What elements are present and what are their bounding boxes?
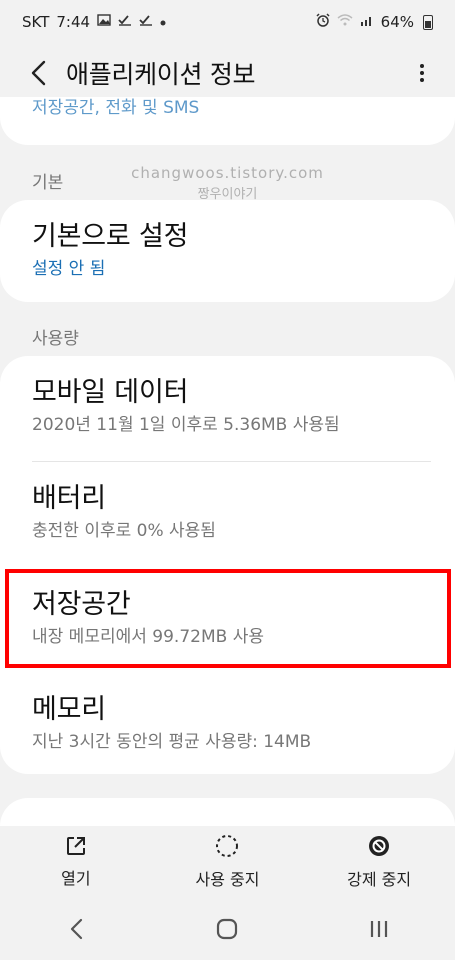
section-label-usage: 사용량 [32, 329, 79, 349]
battery-title: 배터리 [32, 483, 106, 514]
watermark-url: changwoos.tistory.com [131, 164, 324, 182]
mobile-data-title: 모바일 데이터 [32, 377, 189, 408]
more-vert-icon [420, 64, 424, 68]
disable-button[interactable]: 사용 중지 [157, 834, 297, 890]
open-external-icon [66, 837, 85, 855]
more-options-button[interactable] [407, 53, 437, 93]
back-button[interactable] [18, 53, 58, 93]
download-check-icon [118, 14, 132, 30]
set-as-default-status: 설정 안 됨 [32, 259, 106, 279]
nav-back-button[interactable] [36, 904, 116, 954]
wifi-icon [337, 14, 353, 30]
watermark: changwoos.tistory.com 짱우이야기 [0, 164, 455, 202]
permissions-card-partial[interactable]: 저장공간, 전화 및 SMS [0, 97, 455, 145]
battery-item[interactable]: 배터리 충전한 이후로 0% 사용됨 [0, 462, 455, 568]
page-title: 애플리케이션 정보 [66, 60, 256, 89]
alarm-icon [316, 13, 330, 31]
nav-recents-button[interactable] [339, 904, 419, 954]
section-label-basic: 기본 [32, 173, 64, 193]
status-bar: SKT 7:44 64% [0, 0, 455, 44]
set-as-default-title: 기본으로 설정 [32, 221, 189, 252]
more-notifications-dot-icon [160, 15, 166, 30]
open-button[interactable]: 열기 [6, 835, 146, 889]
set-as-default-item[interactable]: 기본으로 설정 설정 안 됨 [0, 200, 455, 302]
battery-subtitle: 충전한 이후로 0% 사용됨 [32, 521, 216, 541]
chevron-left-icon [31, 60, 46, 86]
home-icon [217, 918, 238, 940]
memory-title: 메모리 [32, 694, 106, 725]
memory-subtitle: 지난 3시간 동안의 평균 사용량: 14MB [32, 732, 312, 752]
gallery-notification-icon [97, 14, 111, 30]
usage-card: 모바일 데이터 2020년 11월 1일 이후로 5.36MB 사용됨 배터리 … [0, 356, 455, 774]
status-left: SKT 7:44 [22, 13, 166, 31]
carrier-label: SKT [22, 13, 50, 31]
nav-home-button[interactable] [187, 904, 267, 954]
app-bar: 애플리케이션 정보 [0, 48, 455, 98]
force-stop-label: 강제 중지 [347, 870, 412, 889]
block-icon [369, 836, 390, 856]
battery-percent: 64% [380, 13, 414, 31]
disable-label: 사용 중지 [195, 870, 260, 889]
permissions-summary: 저장공간, 전화 및 SMS [32, 98, 200, 118]
battery-icon [423, 14, 433, 30]
mobile-data-subtitle: 2020년 11월 1일 이후로 5.36MB 사용됨 [32, 415, 340, 435]
disable-dashed-circle-icon [216, 835, 239, 857]
default-settings-card: 기본으로 설정 설정 안 됨 [0, 200, 455, 302]
more-vert-dot [420, 71, 424, 75]
recents-icon [371, 921, 388, 937]
system-nav-bar [0, 898, 455, 960]
mobile-data-item[interactable]: 모바일 데이터 2020년 11월 1일 이후로 5.36MB 사용됨 [0, 356, 455, 462]
storage-highlight-box [5, 569, 451, 668]
memory-item[interactable]: 메모리 지난 3시간 동안의 평균 사용량: 14MB [0, 671, 455, 774]
signal-icon [360, 14, 374, 30]
force-stop-button[interactable]: 강제 중지 [309, 834, 449, 890]
download-check-icon-2 [139, 14, 153, 30]
bottom-action-bar: 열기 사용 중지 강제 중지 [0, 826, 455, 898]
chevron-left-icon [70, 918, 82, 940]
clock-label: 7:44 [56, 13, 91, 31]
more-vert-dot [420, 78, 424, 82]
open-label: 열기 [61, 869, 91, 888]
status-right: 64% [316, 13, 433, 31]
